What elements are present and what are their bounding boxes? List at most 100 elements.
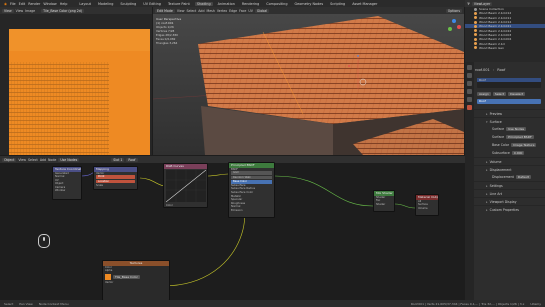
menu-window[interactable]: Window [43,2,56,6]
outliner-item[interactable]: Wood Beam Gen [465,46,545,50]
menu-render[interactable]: Render [28,2,40,6]
status-select-hint: Select [4,301,14,306]
tab-animation[interactable]: Animation [216,2,237,6]
node-mapping[interactable]: Mapping Vector Point Location Scale [93,166,138,190]
node-texture-coordinate[interactable]: Texture Coordinate Generated Normal UV O… [52,166,82,200]
field-row: Surface Principled BSDF [492,135,534,139]
tab-geometry-nodes[interactable]: Geometry Nodes [293,2,326,6]
material-slot-list[interactable]: Roof [477,78,541,88]
collection-icon [474,7,477,11]
object-tab-icon[interactable] [467,89,472,94]
curve-graph[interactable] [165,169,207,202]
tab-uv-editing[interactable]: UV Editing [141,2,163,6]
socket-label: Vector [105,280,114,284]
mapping-type-dropdown[interactable]: Point [96,175,135,179]
viewport-menu-view[interactable]: View [177,9,185,13]
base-color-field[interactable]: Image Texture [511,143,537,147]
material-slot-item[interactable]: Roof [477,78,541,82]
viewport-info-overlay: User Perspective (1) roof.001 Objects 1/… [156,17,181,45]
viewport-menu-uv[interactable]: UV [248,9,253,13]
transform-orientation-dropdown[interactable]: Global [254,8,270,13]
node-material-output[interactable]: Material Output All Surface Volume [415,194,439,216]
viewport-menu-face[interactable]: Face [239,9,246,13]
socket-label: Scale [96,184,103,188]
section-surface[interactable]: ▾ Surface [474,117,545,125]
view-layer-field[interactable]: ViewLayer [471,1,493,6]
tab-shading[interactable]: Shading [194,1,213,6]
menu-edit[interactable]: Edit [19,2,26,6]
node-title: Texture Coordinate [53,167,82,172]
viewport-menu-vertex[interactable]: Vertex [217,9,227,13]
status-pan-hint: Pan View [19,301,33,306]
section-preview[interactable]: ▸ Preview [474,109,545,117]
status-bar: Select Pan View Node Context Menu Roof.0… [0,300,545,307]
section-line-art[interactable]: ▸ Line Art [474,189,545,197]
assign-button[interactable]: Assign [477,92,491,96]
subsurface-method-dropdown[interactable]: Random Walk [231,175,272,180]
gizmo-z-icon[interactable] [452,19,456,23]
location-field[interactable]: Location [96,179,135,184]
shader-node-editor[interactable]: Object View Select Add Node Use Nodes Sl… [0,156,465,301]
watermark-logo: Udemy [530,301,541,306]
node-rgb-curves[interactable]: RGB Curves Color [163,163,208,208]
surface-shader-field[interactable]: Principled BSDF [506,135,534,139]
tab-layout[interactable]: Layout [77,2,93,6]
viewport-menu-mesh[interactable]: Mesh [206,9,214,13]
viewport-mode-dropdown[interactable]: Edit Mode [155,8,175,13]
tab-rendering[interactable]: Rendering [240,2,261,6]
navigation-gizmo[interactable] [447,19,461,33]
render-tab-icon[interactable] [467,73,472,78]
section-volume[interactable]: ▸ Volume [474,157,545,165]
gizmo-y-icon[interactable] [448,27,452,31]
tab-texture-paint[interactable]: Texture Paint [166,2,192,6]
deselect-button[interactable]: Deselect [508,92,526,96]
section-settings[interactable]: ▸ Settings [474,181,545,189]
tool-tab-icon[interactable] [467,65,472,70]
viewport-options-dropdown[interactable]: Options [445,8,462,13]
image-editor-menu-view[interactable]: View [16,9,24,13]
select-button[interactable]: Select [492,92,507,96]
image-editor-menu-image[interactable]: Image [25,9,35,13]
use-nodes-button[interactable]: Use Nodes [506,127,527,131]
outliner-filter-icon[interactable]: ⧩ [467,2,470,6]
section-viewport-display[interactable]: ▸ Viewport Display [474,197,545,205]
socket-label: Shader [376,202,386,206]
displacement-field[interactable]: Default [515,175,531,179]
tab-asset-manager[interactable]: Asset Manager [350,2,379,6]
tab-scripting[interactable]: Scripting [328,2,347,6]
subsurface-field[interactable]: 0.000 [511,151,525,155]
material-tab-icon[interactable] [467,105,472,110]
modifier-tab-icon[interactable] [467,97,472,102]
3d-viewport[interactable]: Edit Mode View Select Add Mesh Vertex Ed… [153,7,464,155]
section-custom-properties[interactable]: ▸ Custom Properties [474,205,545,213]
menu-file[interactable]: File [10,2,16,6]
image-name-field[interactable]: Tile_Base Color (png 2d) [41,8,85,13]
node-textures-image[interactable]: Textures Color Alpha Tile_Base Color Vec… [102,260,170,301]
node-title: Material Output [416,195,439,200]
properties-panel[interactable]: roof.001 › Roof Roof Assign Select Desel… [465,62,545,307]
image-editor-mode-dropdown[interactable]: View [2,8,14,13]
node-title: RGB Curves [164,164,207,169]
section-displacement[interactable]: ▸ Displacement [474,165,545,173]
viewport-menu-select[interactable]: Select [186,9,196,13]
node-principled-bsdf[interactable]: Principled BSDF BSDF GGX Random Walk Bas… [228,162,275,218]
viewport-menu-add[interactable]: Add [198,9,204,13]
properties-tab-strip [465,62,474,307]
distribution-dropdown[interactable]: GGX [231,171,272,175]
node-mix-shader[interactable]: Mix Shader Shader Fac Shader [373,190,395,212]
outliner-panel[interactable]: ⧩ ViewLayer Scene Collection Wood Beam 2… [465,0,545,62]
blender-logo-icon[interactable]: ◉ [4,2,7,6]
image-editor[interactable]: View View Image Tile_Base Color (png 2d) [0,7,152,155]
output-tab-icon[interactable] [467,81,472,86]
tab-compositing[interactable]: Compositing [264,2,289,6]
tab-modeling[interactable]: Modeling [96,2,115,6]
viewport-menu-edge[interactable]: Edge [229,9,237,13]
image-thumbnail[interactable] [105,273,111,280]
socket-label: Volume [418,206,428,210]
menu-help[interactable]: Help [60,2,68,6]
material-selector[interactable]: Roof [477,99,541,104]
gizmo-x-icon[interactable] [457,25,461,29]
tab-sculpting[interactable]: Sculpting [118,2,138,6]
image-name-field[interactable]: Tile_Base Color [113,274,140,279]
mesh-icon [474,20,477,24]
